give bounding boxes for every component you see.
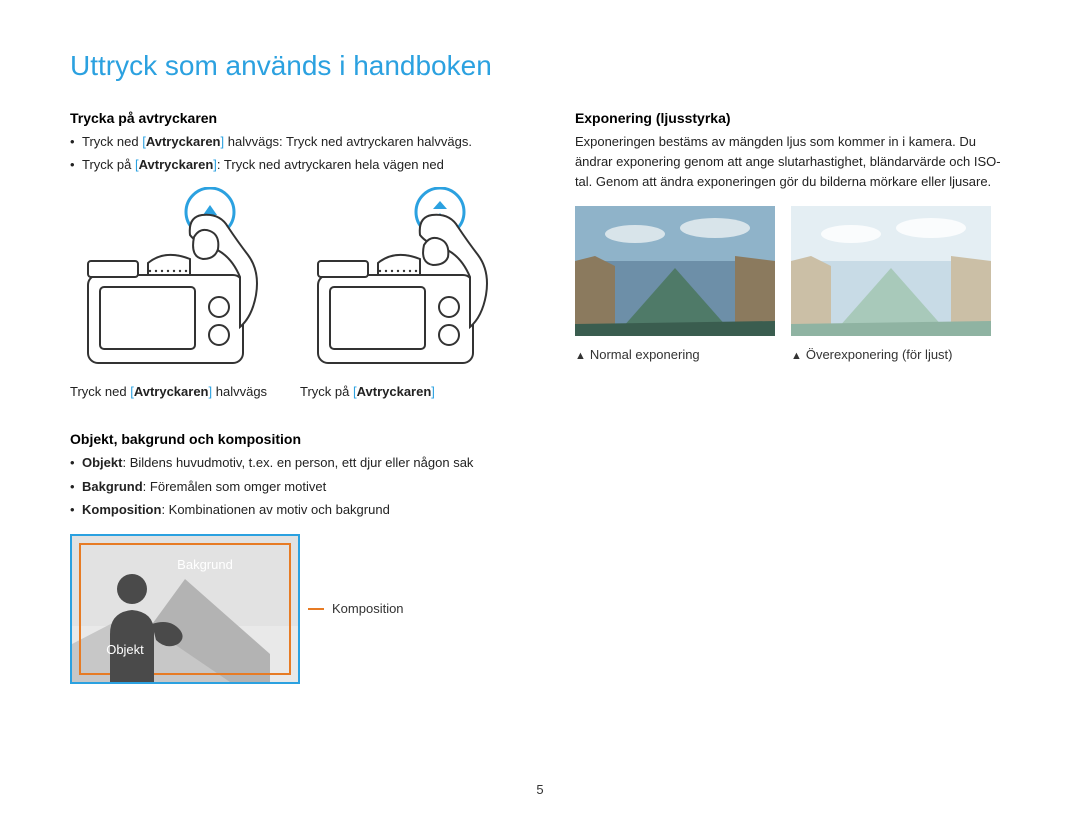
shutter-bullet-2: Tryck på [Avtryckaren]: Tryck ned avtryc… [70, 155, 515, 175]
text-run: halvvägs [212, 384, 267, 399]
text-run: Tryck ned [82, 134, 142, 149]
bold-term: Avtryckaren [146, 134, 221, 149]
composition-diagram-icon: Bakgrund Objekt [70, 534, 300, 684]
right-column: Exponering (ljusstyrka) Exponeringen bes… [575, 110, 1010, 684]
section-shutter: Trycka på avtryckaren Tryck ned [Avtryck… [70, 110, 515, 401]
text-run: : Kombinationen av motiv och bakgrund [161, 502, 389, 517]
composition-connector [308, 608, 324, 610]
triangle-up-icon: ▲ [575, 350, 586, 362]
shutter-bullets: Tryck ned [Avtryckaren] halvvägs: Tryck … [70, 132, 515, 175]
composition-heading: Objekt, bakgrund och komposition [70, 431, 515, 447]
shutter-heading: Trycka på avtryckaren [70, 110, 515, 126]
photo-over-icon [791, 206, 991, 336]
camera-full-press-icon [300, 187, 500, 372]
text-run: Tryck ned [70, 384, 130, 399]
section-composition: Objekt, bakgrund och komposition Objekt:… [70, 431, 515, 683]
bold-term: Avtryckaren [134, 384, 209, 399]
text-run: halvvägs: Tryck ned avtryckaren halvvägs… [224, 134, 472, 149]
exposure-caption-over: ▲ Överexponering (för ljust) [791, 347, 991, 362]
caption-text: Normal exponering [590, 347, 700, 362]
bold-term: Objekt [82, 455, 122, 470]
shutter-bullet-1: Tryck ned [Avtryckaren] halvvägs: Tryck … [70, 132, 515, 152]
content-columns: Trycka på avtryckaren Tryck ned [Avtryck… [70, 110, 1010, 684]
bold-term: Avtryckaren [357, 384, 432, 399]
diagram-label-bakgrund: Bakgrund [177, 557, 233, 572]
caption-text: Överexponering (för ljust) [806, 347, 953, 362]
composition-diagram-row: Bakgrund Objekt Komposition [70, 534, 515, 684]
exposure-photo-over: ▲ Överexponering (för ljust) [791, 206, 991, 362]
exposure-photos: ▲ Normal exponering ▲ Överexponering (för … [575, 206, 1010, 362]
shutter-full-caption: Tryck på [Avtryckaren] [300, 383, 510, 401]
bracket: ] [431, 384, 435, 399]
composition-bullet-1: Objekt: Bildens huvudmotiv, t.ex. en per… [70, 453, 515, 473]
text-run: : Tryck ned avtryckaren hela vägen ned [217, 157, 444, 172]
bold-term: Bakgrund [82, 479, 143, 494]
triangle-up-icon: ▲ [791, 350, 802, 362]
diagram-label-objekt: Objekt [106, 642, 144, 657]
text-run: : Bildens huvudmotiv, t.ex. en person, e… [122, 455, 473, 470]
exposure-paragraph: Exponeringen bestäms av mängden ljus som… [575, 132, 1010, 192]
exposure-caption-normal: ▲ Normal exponering [575, 347, 775, 362]
composition-bullet-3: Komposition: Kombinationen av motiv och … [70, 500, 515, 520]
shutter-illustrations: Tryck ned [Avtryckaren] halvvägs [70, 187, 515, 401]
bold-term: Avtryckaren [139, 157, 214, 172]
page-number: 5 [536, 782, 543, 797]
text-run: Tryck på [82, 157, 135, 172]
camera-half-press-icon [70, 187, 270, 372]
page-title: Uttryck som används i handboken [70, 50, 1010, 82]
shutter-half-press: Tryck ned [Avtryckaren] halvvägs [70, 187, 280, 401]
left-column: Trycka på avtryckaren Tryck ned [Avtryck… [70, 110, 515, 684]
exposure-photo-normal: ▲ Normal exponering [575, 206, 775, 362]
photo-normal-icon [575, 206, 775, 336]
composition-bullets: Objekt: Bildens huvudmotiv, t.ex. en per… [70, 453, 515, 519]
text-run: : Föremålen som omger motivet [143, 479, 327, 494]
exposure-heading: Exponering (ljusstyrka) [575, 110, 1010, 126]
composition-bullet-2: Bakgrund: Föremålen som omger motivet [70, 477, 515, 497]
text-run: Tryck på [300, 384, 353, 399]
bold-term: Komposition [82, 502, 161, 517]
composition-label: Komposition [332, 601, 404, 616]
shutter-full-press: Tryck på [Avtryckaren] [300, 187, 510, 401]
shutter-half-caption: Tryck ned [Avtryckaren] halvvägs [70, 383, 280, 401]
